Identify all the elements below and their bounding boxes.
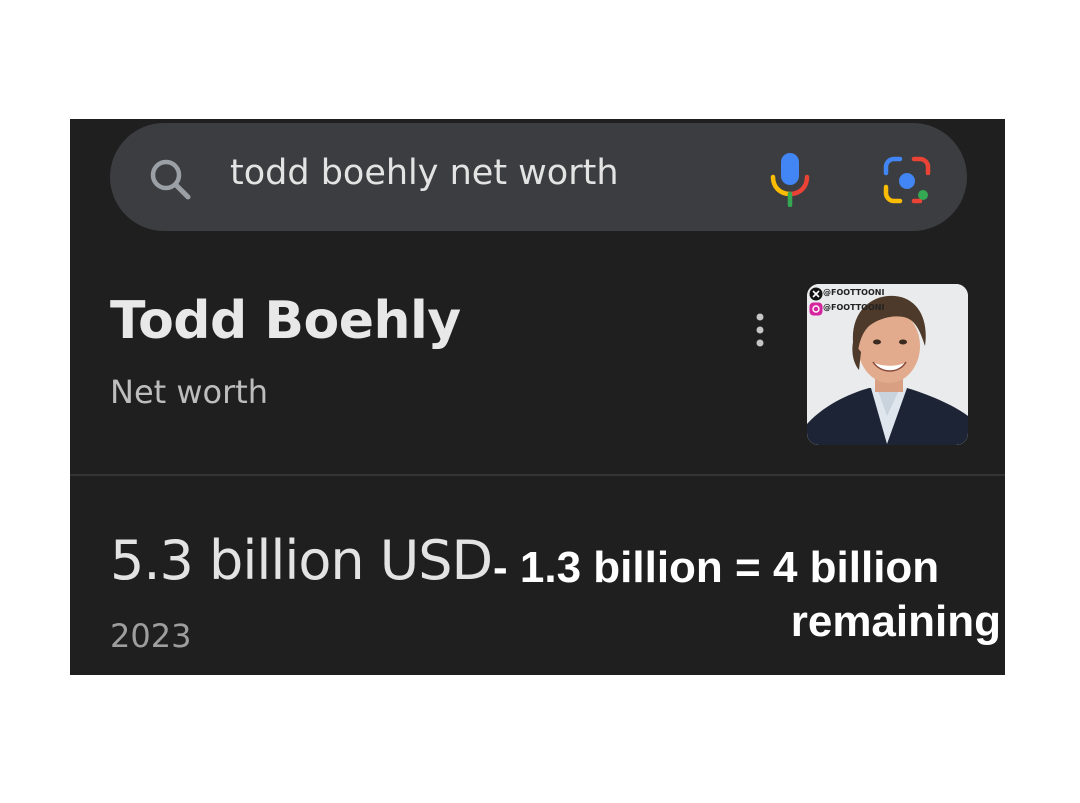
watermark-handle: @FOOTTOONI xyxy=(823,288,885,297)
search-query[interactable]: todd boehly net worth xyxy=(230,153,619,193)
avatar[interactable]: @FOOTTOONI @FOOTTOONI xyxy=(807,284,968,445)
instagram-logo-icon xyxy=(809,302,823,316)
net-worth-year: 2023 xyxy=(110,617,192,655)
search-icon[interactable] xyxy=(146,155,194,203)
x-logo-icon xyxy=(809,287,823,301)
entity-title: Todd Boehly xyxy=(110,291,461,351)
divider xyxy=(70,474,1005,476)
overlay-caption-line1: - 1.3 billion = 4 billion xyxy=(493,543,940,592)
overlay-caption-line2: remaining xyxy=(790,597,1001,646)
microphone-icon[interactable] xyxy=(768,151,812,207)
camera-lens-icon[interactable] xyxy=(882,155,932,205)
watermark-handle: @FOOTTOONI xyxy=(823,303,885,312)
search-results-screen: todd boehly net worth Todd Boehly Net wo… xyxy=(70,119,1005,675)
more-vert-icon[interactable] xyxy=(752,312,768,348)
entity-subtitle: Net worth xyxy=(110,373,269,411)
net-worth-value: 5.3 billion USD xyxy=(110,529,493,592)
search-bar[interactable]: todd boehly net worth xyxy=(110,123,967,231)
